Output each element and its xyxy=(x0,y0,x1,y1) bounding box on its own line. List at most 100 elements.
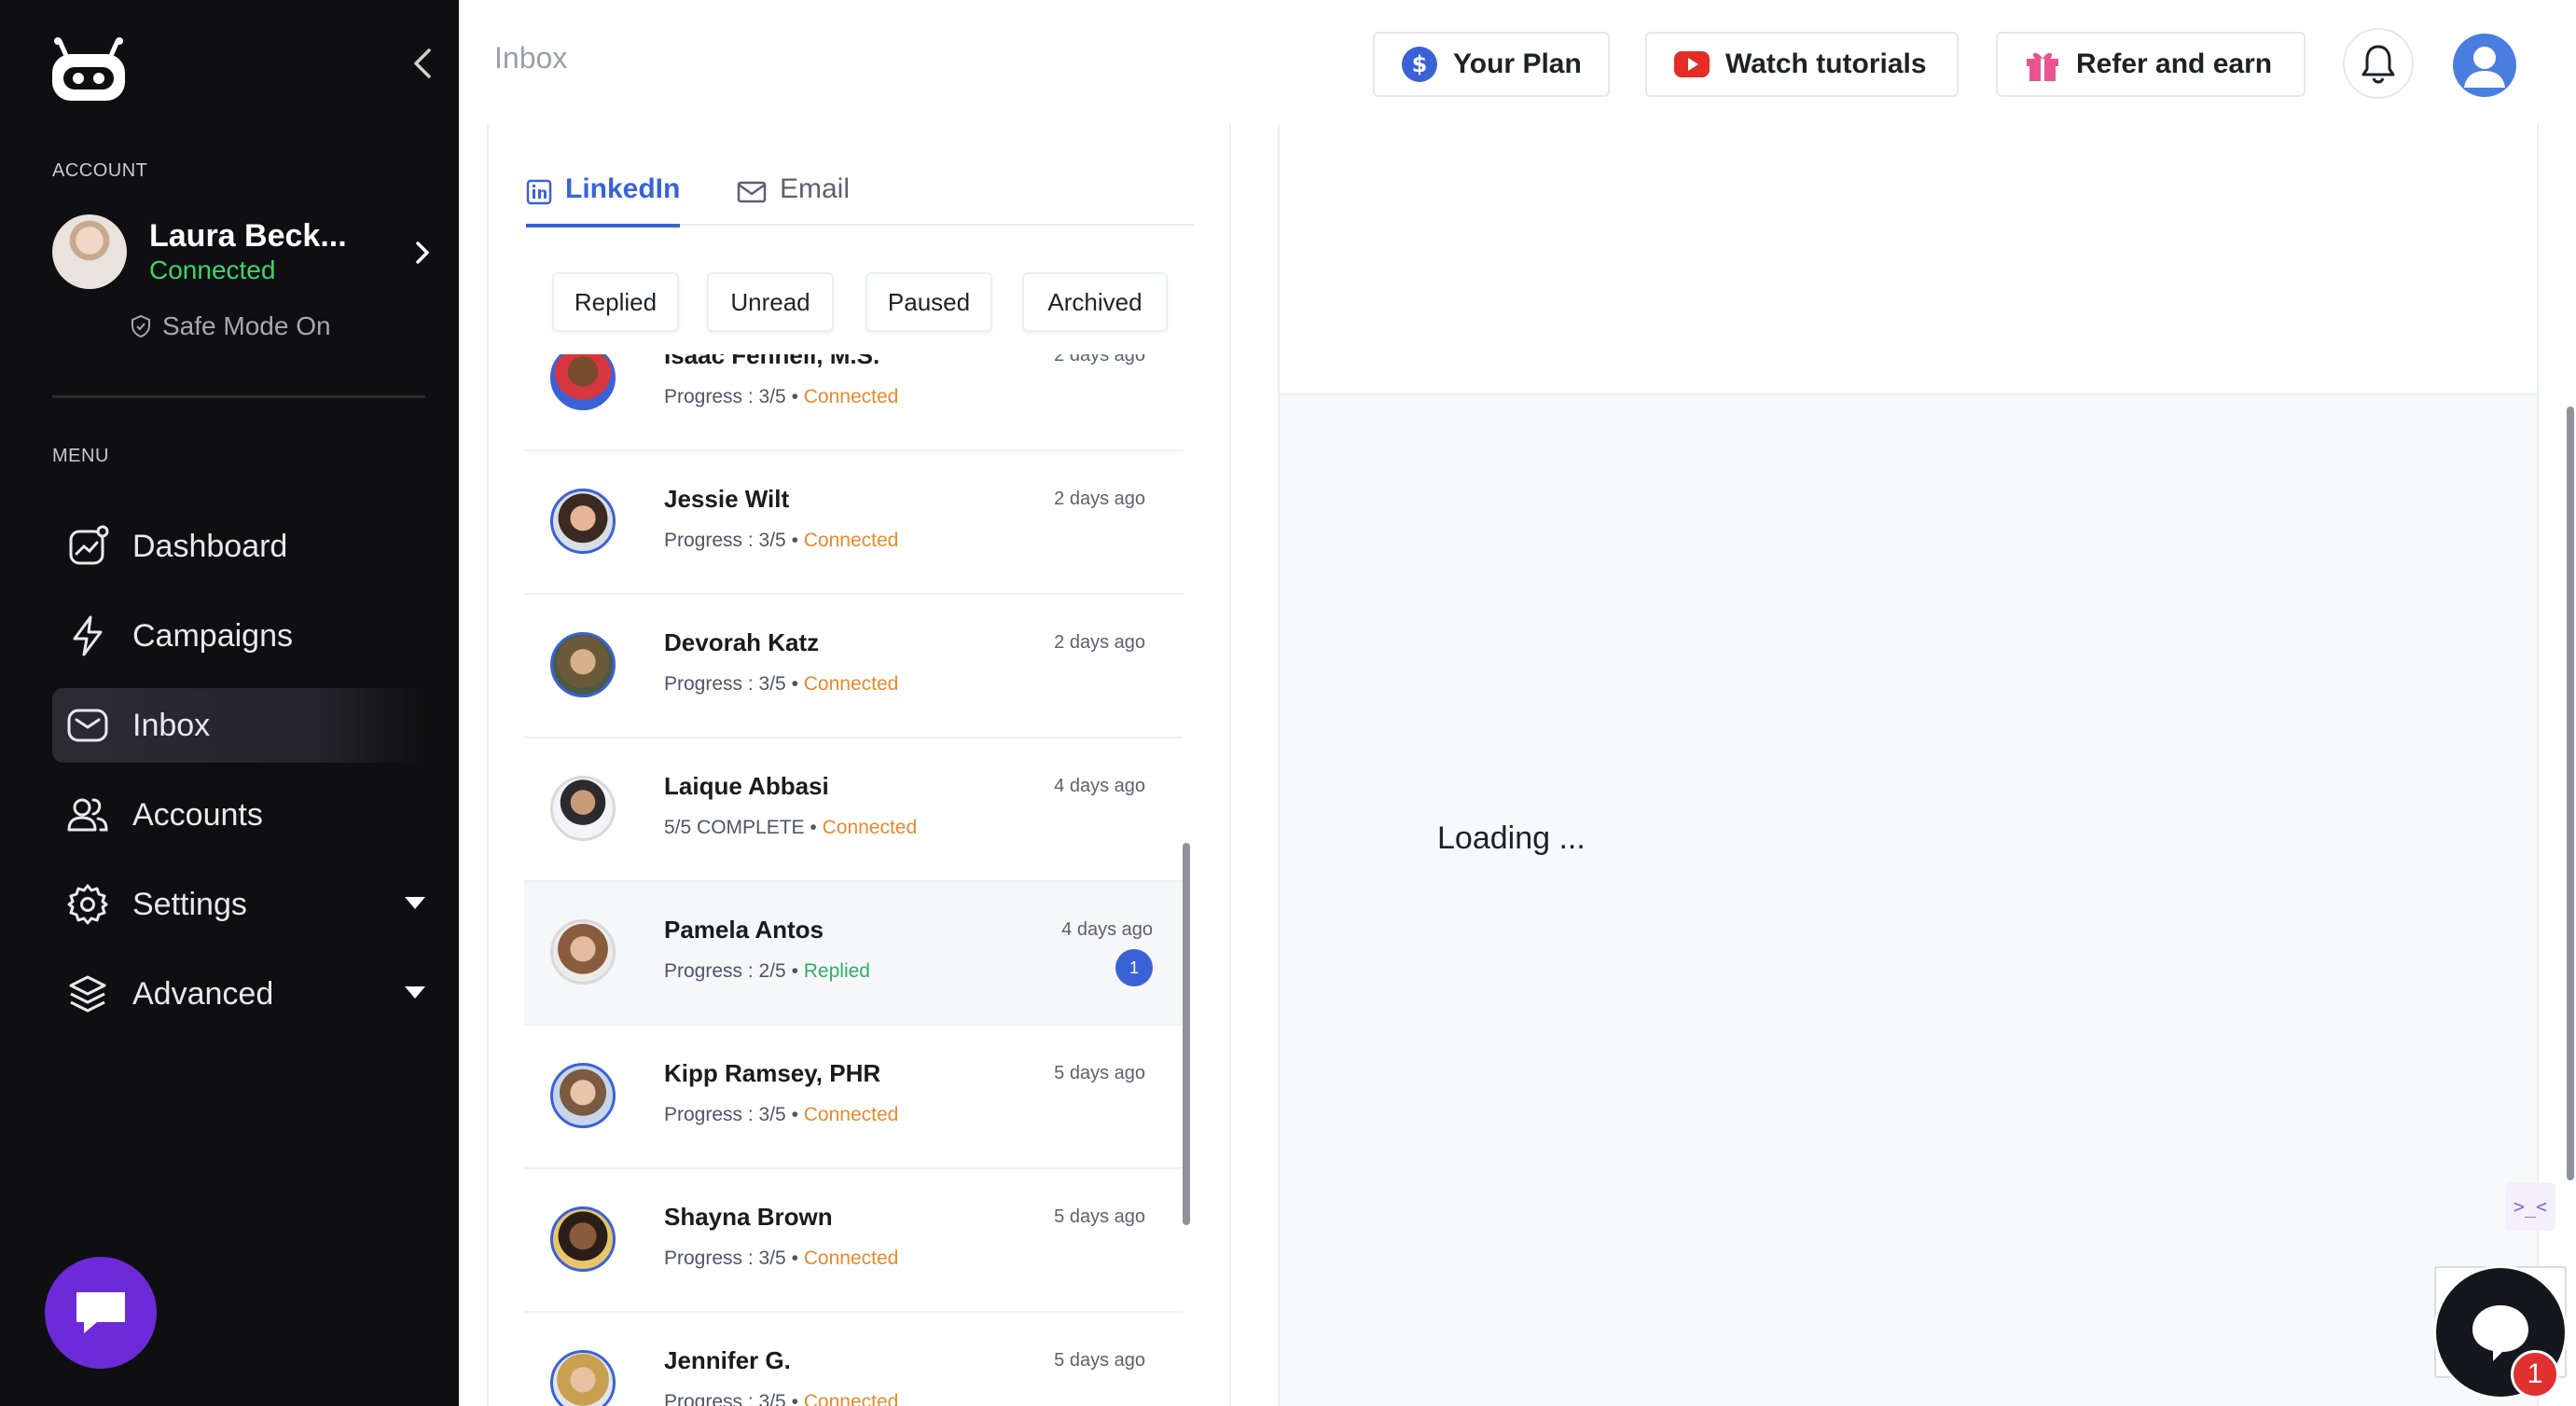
list-item[interactable]: Jennifer G. Progress : 3/5 • Connected 5… xyxy=(524,1313,1183,1406)
users-icon xyxy=(67,798,108,832)
contact-progress: Progress : 3/5 • Connected xyxy=(664,530,899,551)
inbox-icon xyxy=(67,709,108,742)
sidebar-divider xyxy=(52,395,425,398)
contact-progress: Progress : 3/5 • Connected xyxy=(664,673,899,695)
account-status: Connected xyxy=(149,255,276,284)
list-item[interactable]: Shayna Brown Progress : 3/5 • Connected … xyxy=(524,1169,1183,1313)
conversation-header-pane xyxy=(1278,125,2539,395)
dashboard-icon xyxy=(69,525,109,565)
sidebar-item-dashboard[interactable]: Dashboard xyxy=(52,509,425,584)
tab-linkedin-label: LinkedIn xyxy=(565,173,681,204)
sidebar-item-label: Inbox xyxy=(132,707,211,743)
layers-icon xyxy=(69,975,106,1013)
safe-mode-indicator: Safe Mode On xyxy=(129,311,331,341)
dev-toggle-button[interactable]: >_< xyxy=(2505,1182,2555,1231)
sidebar-item-settings[interactable]: Settings xyxy=(52,867,425,942)
message-time: 2 days ago xyxy=(1054,354,1145,365)
list-item[interactable]: Kipp Ramsey, PHR Progress : 3/5 • Connec… xyxy=(524,1026,1183,1169)
sidebar: ACCOUNT Laura Beck... Connected Safe Mod… xyxy=(0,0,459,1406)
gear-icon xyxy=(67,884,108,925)
watch-tutorials-button[interactable]: Watch tutorials xyxy=(1645,32,1959,97)
support-notification-badge: 1 xyxy=(2511,1350,2559,1399)
page-title: Inbox xyxy=(494,41,568,75)
connection-status: Connected xyxy=(803,1247,899,1269)
unread-count-badge: 1 xyxy=(1115,949,1153,986)
contact-avatar xyxy=(550,489,616,554)
contact-progress: Progress : 2/5 • Replied xyxy=(664,960,870,982)
filter-archived[interactable]: Archived xyxy=(1022,272,1168,332)
sidebar-item-inbox[interactable]: Inbox xyxy=(52,688,425,763)
collapse-sidebar-icon[interactable] xyxy=(407,45,438,82)
contact-name: Jennifer G. xyxy=(664,1346,791,1374)
contact-avatar xyxy=(550,1206,616,1272)
conversation-list-panel: LinkedIn Email Replied Unread Paused Arc… xyxy=(487,125,1231,1406)
message-time: 5 days ago xyxy=(1054,1350,1145,1371)
youtube-icon xyxy=(1674,51,1710,77)
linkedin-icon xyxy=(526,179,552,205)
gift-icon xyxy=(2027,52,2058,81)
sidebar-item-accounts[interactable]: Accounts xyxy=(52,778,425,852)
mail-icon xyxy=(737,181,767,203)
contact-avatar xyxy=(550,776,616,841)
contact-progress: Progress : 3/5 • Connected xyxy=(664,386,899,407)
connection-status: Connected xyxy=(822,817,918,838)
sidebar-item-label: Dashboard xyxy=(132,528,288,564)
filter-unread[interactable]: Unread xyxy=(707,272,834,332)
list-item[interactable]: Isaac Fennell, M.S. Progress : 3/5 • Con… xyxy=(524,354,1183,451)
message-time: 2 days ago xyxy=(1054,489,1145,509)
sidebar-item-label: Campaigns xyxy=(132,617,293,654)
contact-name: Laique Abbasi xyxy=(664,772,829,800)
message-time: 4 days ago xyxy=(1054,776,1145,796)
shield-check-icon xyxy=(132,314,150,338)
safe-mode-label: Safe Mode On xyxy=(162,311,331,340)
message-time: 5 days ago xyxy=(1054,1063,1145,1083)
your-plan-button[interactable]: $ Your Plan xyxy=(1373,32,1610,97)
bell-icon xyxy=(2361,45,2395,84)
list-item[interactable]: Jessie Wilt Progress : 3/5 • Connected 2… xyxy=(524,451,1183,595)
user-avatar[interactable] xyxy=(2453,34,2516,97)
watch-tutorials-label: Watch tutorials xyxy=(1725,48,1927,79)
list-item[interactable]: Devorah Katz Progress : 3/5 • Connected … xyxy=(524,595,1183,738)
contact-avatar xyxy=(550,1063,616,1128)
sidebar-item-advanced[interactable]: Advanced xyxy=(52,957,425,1031)
tab-linkedin[interactable]: LinkedIn xyxy=(526,173,681,227)
connection-status: Connected xyxy=(803,673,899,695)
contact-avatar xyxy=(550,919,616,985)
connection-status: Connected xyxy=(803,530,899,551)
list-item[interactable]: Pamela Antos Progress : 2/5 • Replied 4 … xyxy=(524,882,1183,1026)
robot-logo-icon[interactable] xyxy=(48,37,129,103)
user-icon xyxy=(2464,47,2505,88)
tab-email-label: Email xyxy=(780,173,851,204)
caret-down-icon xyxy=(405,897,425,909)
chat-launcher-button[interactable] xyxy=(45,1257,157,1369)
message-time: 2 days ago xyxy=(1054,632,1145,653)
list-scrollbar[interactable] xyxy=(1183,843,1190,1225)
page-scrollbar[interactable] xyxy=(2567,407,2574,1180)
your-plan-label: Your Plan xyxy=(1453,48,1582,79)
contact-avatar xyxy=(550,632,616,697)
refer-and-earn-button[interactable]: Refer and earn xyxy=(1996,32,2306,97)
caret-down-icon xyxy=(405,986,425,999)
tab-email[interactable]: Email xyxy=(737,173,850,226)
contact-name: Jessie Wilt xyxy=(664,485,790,513)
contact-name: Shayna Brown xyxy=(664,1203,833,1231)
filter-replied[interactable]: Replied xyxy=(552,272,679,332)
contact-name: Devorah Katz xyxy=(664,628,820,656)
filter-paused[interactable]: Paused xyxy=(866,272,992,332)
conversation-list[interactable]: Isaac Fennell, M.S. Progress : 3/5 • Con… xyxy=(524,354,1192,1406)
connection-status: Connected xyxy=(803,1391,899,1406)
svg-text:$: $ xyxy=(1412,51,1428,77)
contact-progress: 5/5 COMPLETE • Connected xyxy=(664,817,918,838)
sidebar-item-label: Advanced xyxy=(132,975,274,1012)
message-time: 5 days ago xyxy=(1054,1206,1145,1227)
contact-name: Isaac Fennell, M.S. xyxy=(664,354,880,369)
contact-name: Pamela Antos xyxy=(664,916,824,944)
contact-progress: Progress : 3/5 • Connected xyxy=(664,1104,899,1125)
notifications-button[interactable] xyxy=(2343,28,2414,99)
connection-status: Connected xyxy=(803,1104,899,1125)
contact-progress: Progress : 3/5 • Connected xyxy=(664,1391,898,1406)
sidebar-item-label: Accounts xyxy=(132,796,263,833)
sidebar-item-campaigns[interactable]: Campaigns xyxy=(52,599,425,673)
account-switcher[interactable]: Laura Beck... Connected xyxy=(52,214,435,293)
list-item[interactable]: Laique Abbasi 5/5 COMPLETE • Connected 4… xyxy=(524,738,1183,882)
